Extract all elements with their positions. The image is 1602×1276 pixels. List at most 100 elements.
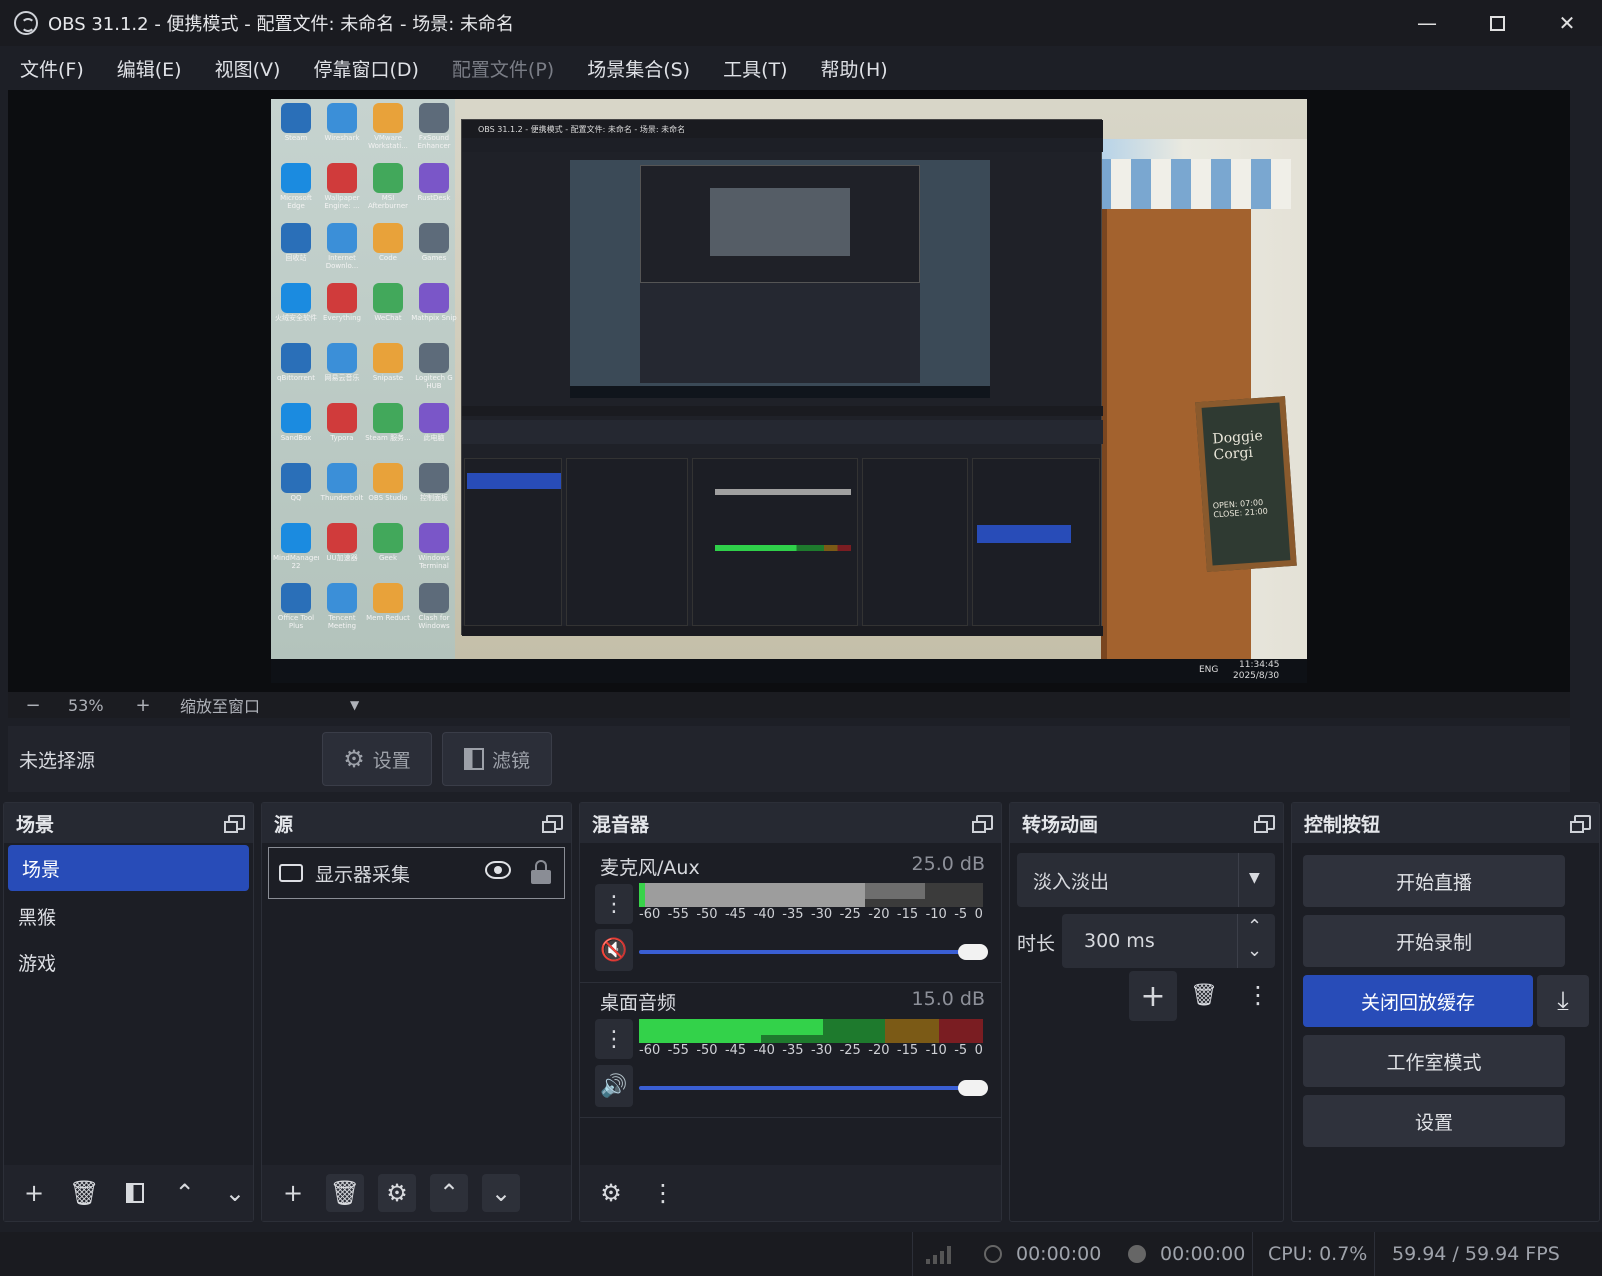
preview-date: 2025/8/30 (1233, 671, 1280, 681)
desktop-icon: Thunderbolt (319, 461, 365, 511)
scene-item[interactable]: 场景 (8, 845, 249, 891)
mixer-channel-name: 麦克风/Aux (600, 857, 700, 879)
add-scene-icon[interactable]: + (16, 1174, 52, 1212)
chevron-down-icon[interactable]: ▼ (350, 698, 359, 712)
settings-button[interactable]: 设置 (1303, 1095, 1565, 1147)
mixer-dock-header: 混音器 (580, 803, 1001, 843)
title-bar: OBS 31.1.2 - 便携模式 - 配置文件: 未命名 - 场景: 未命名 … (0, 0, 1602, 46)
volume-slider[interactable] (639, 950, 979, 954)
move-up-icon[interactable]: ⌃ (167, 1174, 203, 1212)
menu-help[interactable]: 帮助(H) (821, 55, 888, 82)
scene-item[interactable]: 黑猴 (4, 893, 253, 939)
desktop-icon: 火绒安全软件 (273, 281, 319, 331)
controls-dock-header: 控制按钮 (1292, 803, 1599, 843)
replay-buffer-button[interactable]: 关闭回放缓存 (1303, 975, 1533, 1027)
muted-speaker-icon[interactable]: 🔇 (595, 929, 633, 971)
duration-label: 时长 (1017, 933, 1056, 955)
lock-icon[interactable] (531, 860, 551, 884)
menu-profile[interactable]: 配置文件(P) (452, 55, 554, 82)
desktop-icon: Tencent Meeting (319, 581, 365, 631)
kebab-menu-icon[interactable]: ⋮ (1246, 981, 1270, 1009)
trash-icon[interactable]: 🗑 (1190, 983, 1218, 1008)
meter-scale-label: -30 (810, 1043, 833, 1058)
meter-scale-label: -25 (839, 907, 861, 922)
trash-icon[interactable]: 🗑 (326, 1174, 364, 1212)
speaker-icon[interactable]: 🔊 (595, 1065, 633, 1107)
source-item[interactable]: 显示器采集 (268, 847, 565, 899)
move-up-icon[interactable]: ⌃ (430, 1174, 468, 1212)
trash-icon[interactable]: 🗑 (66, 1174, 102, 1212)
zoom-out-button[interactable]: − (18, 695, 48, 716)
add-source-icon[interactable]: + (274, 1174, 312, 1212)
advanced-audio-gear-icon[interactable]: ⚙ (592, 1174, 630, 1212)
menu-tools[interactable]: 工具(T) (723, 55, 787, 82)
sources-title: 源 (274, 813, 294, 836)
move-down-icon[interactable]: ⌄ (217, 1174, 253, 1212)
meter-scale-label: -25 (839, 1043, 861, 1058)
sources-dock-header: 源 (262, 803, 571, 843)
menu-bar: 文件(F) 编辑(E) 视图(V) 停靠窗口(D) 配置文件(P) 场景集合(S… (0, 46, 1602, 90)
scenes-toolbar: + 🗑 ⌃ ⌄ (4, 1165, 253, 1221)
desktop-icon: MSI Afterburner (365, 161, 411, 211)
desktop-icon: Everything (319, 281, 365, 331)
desktop-icon: 此电脑 (411, 401, 457, 451)
desktop-icon: Clash for Windows (411, 581, 457, 631)
maximize-icon[interactable] (1462, 0, 1532, 46)
source-name: 显示器采集 (315, 863, 411, 886)
kebab-menu-icon[interactable]: ⋮ (595, 884, 633, 924)
kebab-menu-icon[interactable]: ⋮ (595, 1019, 633, 1059)
start-stream-button[interactable]: 开始直播 (1303, 855, 1565, 907)
zoom-mode-select[interactable]: 缩放至窗口 (180, 693, 330, 717)
sources-dock: 源 显示器采集 + 🗑 ⚙ ⌃ ⌄ (261, 802, 572, 1222)
source-settings-button[interactable]: ⚙ 设置 (322, 732, 432, 786)
scene-filter-icon[interactable] (116, 1174, 152, 1212)
desktop-icon: Snipaste (365, 341, 411, 391)
mixer-dock: 混音器 麦克风/Aux 25.0 dB ⋮ -60 -55 -50 -45 -40 -35… (579, 802, 1002, 1222)
desktop-icon: Wireshark (319, 101, 365, 151)
download-icon[interactable]: ⤓ (1537, 975, 1589, 1027)
move-down-icon[interactable]: ⌄ (482, 1174, 520, 1212)
undock-icon[interactable] (1570, 815, 1591, 833)
desktop-icon: Internet Downlo... (319, 221, 365, 271)
mixer-title: 混音器 (592, 813, 650, 836)
desktop-icon: Mem Reduct (365, 581, 411, 631)
menu-file[interactable]: 文件(F) (20, 55, 84, 82)
undock-icon[interactable] (972, 815, 993, 833)
desktop-icon: Windows Terminal (411, 521, 457, 571)
scenes-dock: 场景 场景 黑猴 游戏 + 🗑 ⌃ ⌄ (3, 802, 254, 1222)
undock-icon[interactable] (224, 815, 245, 833)
close-icon[interactable]: ✕ (1532, 0, 1602, 46)
gear-icon[interactable]: ⚙ (378, 1174, 416, 1212)
menu-view[interactable]: 视图(V) (215, 55, 281, 82)
zoom-in-button[interactable]: + (128, 695, 158, 716)
fps-readout: 59.94 / 59.94 FPS (1392, 1243, 1560, 1265)
monitor-icon (279, 864, 303, 882)
chevron-down-icon[interactable]: ⌄ (1247, 940, 1262, 961)
minimize-icon[interactable]: — (1392, 0, 1462, 46)
duration-spinbox[interactable]: 300 ms ⌃ ⌄ (1062, 914, 1275, 968)
undock-icon[interactable] (542, 815, 563, 833)
obs-logo-icon (14, 11, 38, 35)
scene-item[interactable]: 游戏 (4, 939, 253, 985)
chevron-up-icon[interactable]: ⌃ (1247, 916, 1262, 937)
cpu-usage: CPU: 0.7% (1268, 1243, 1368, 1265)
desktop-icon: UU加速器 (319, 521, 365, 571)
record-time: 00:00:00 (1160, 1243, 1246, 1265)
add-transition-icon[interactable]: + (1129, 971, 1177, 1021)
menu-edit[interactable]: 编辑(E) (117, 55, 182, 82)
meter-scale-label: -5 (954, 907, 968, 922)
transition-select[interactable]: 淡入淡出 ▼ (1017, 853, 1275, 907)
studio-mode-button[interactable]: 工作室模式 (1303, 1035, 1565, 1087)
kebab-menu-icon[interactable]: ⋮ (644, 1174, 682, 1212)
menu-scene-collection[interactable]: 场景集合(S) (587, 55, 690, 82)
eye-icon[interactable] (485, 861, 511, 879)
menu-docks[interactable]: 停靠窗口(D) (313, 55, 418, 82)
volume-slider-knob[interactable] (958, 944, 988, 960)
volume-slider[interactable] (639, 1086, 979, 1090)
transitions-dock-header: 转场动画 (1010, 803, 1283, 843)
desktop-icon: Geek (365, 521, 411, 571)
undock-icon[interactable] (1254, 815, 1275, 833)
volume-slider-knob[interactable] (958, 1080, 988, 1096)
source-filters-button[interactable]: 滤镜 (442, 732, 552, 786)
start-record-button[interactable]: 开始录制 (1303, 915, 1565, 967)
